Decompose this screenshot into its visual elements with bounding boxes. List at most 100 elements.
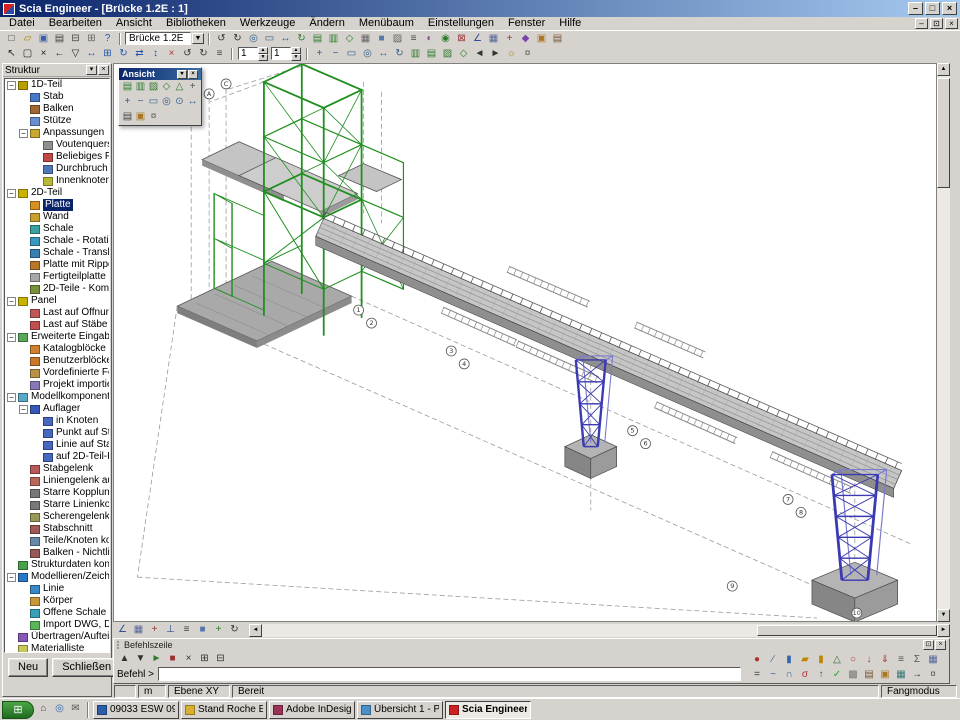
beam-icon[interactable]: ∕ [765, 653, 781, 667]
tree-item[interactable]: Linie [5, 583, 109, 595]
tree-item[interactable]: Balken [5, 103, 109, 115]
palette-menu-button[interactable]: ▾ [177, 70, 187, 79]
horizontal-scroll-thumb[interactable] [757, 625, 937, 636]
properties-icon[interactable]: ≡ [212, 47, 227, 61]
tree-item[interactable]: Durchbruch [5, 163, 109, 175]
zoom-out-icon[interactable]: − [134, 96, 147, 109]
menu-item[interactable]: Ansicht [109, 17, 159, 30]
hidden-lines-icon[interactable]: ▨ [390, 32, 405, 46]
tree-item[interactable]: Starre Kopplungen [5, 487, 109, 499]
selection-filter-icon[interactable]: ▽ [68, 47, 83, 61]
model-viewport[interactable]: ABC12345678910 Ansicht ▾× ▤▥▨◇△+ +−▭◎⊙↔ … [113, 63, 937, 622]
spinner-up-icon[interactable]: ▲ [291, 47, 301, 54]
taskbar-task-button[interactable]: 09033 ESW 09 [93, 701, 179, 719]
view-axonometric-icon[interactable]: ◇ [342, 32, 357, 46]
undo-icon[interactable]: ↺ [180, 47, 195, 61]
tree-item[interactable]: Körper [5, 595, 109, 607]
copy-picture-icon[interactable]: ▣ [134, 111, 147, 124]
axonometric-view-icon[interactable]: ◇ [160, 81, 173, 94]
chevron-down-icon[interactable]: ▼ [192, 33, 204, 44]
tree-item[interactable]: Katalogblöcke [5, 343, 109, 355]
view-settings-icon[interactable]: ¤ [520, 47, 535, 61]
tree-item[interactable]: Fertigteilplatte [5, 271, 109, 283]
taskbar-task-button[interactable]: Adobe InDesign C... [269, 701, 355, 719]
view-front-icon[interactable]: ▥ [326, 32, 341, 46]
picture-icon[interactable]: ▣ [877, 668, 893, 682]
tree-item[interactable]: Wand [5, 211, 109, 223]
ansicht-palette-titlebar[interactable]: Ansicht ▾× [119, 68, 201, 80]
scroll-left-icon[interactable]: ◄ [249, 624, 262, 637]
snap-mode-icon[interactable]: + [147, 623, 162, 637]
axonometric-icon[interactable]: ◇ [456, 47, 471, 61]
zoom-out-icon[interactable]: − [328, 47, 343, 61]
view-side-icon[interactable]: ▨ [440, 47, 455, 61]
spinner-down-icon[interactable]: ▼ [291, 54, 301, 61]
neu-button[interactable]: Neu [8, 658, 48, 677]
taskbar-task-button[interactable]: Scia Engineer - [... [445, 701, 531, 719]
moment-diagram-icon[interactable]: ∩ [781, 668, 797, 682]
calculate-icon[interactable]: = [749, 668, 765, 682]
status-plane[interactable]: Ebene XY [168, 685, 230, 698]
menu-item[interactable]: Ändern [302, 17, 351, 30]
deformation-icon[interactable]: ~ [765, 668, 781, 682]
spinner-down-icon[interactable]: ▼ [258, 54, 268, 61]
deselect-icon[interactable]: × [36, 47, 51, 61]
view-side-icon[interactable]: ▨ [147, 81, 160, 94]
render-mode-icon[interactable]: ■ [195, 623, 210, 637]
zoom-all-icon[interactable]: ◎ [160, 96, 173, 109]
vertical-scroll-thumb[interactable] [937, 78, 950, 188]
panel-close-button[interactable]: × [98, 65, 109, 75]
menu-item[interactable]: Bibliotheken [159, 17, 233, 30]
delete-icon[interactable]: × [164, 47, 179, 61]
view-top-icon[interactable]: ▤ [121, 81, 134, 94]
tree-item[interactable]: Starre Linienkopplur [5, 499, 109, 511]
close-button[interactable]: × [942, 2, 957, 15]
pan-icon[interactable]: ↔ [186, 96, 199, 109]
tree-expander-icon[interactable] [7, 393, 16, 402]
steel-check-icon[interactable]: ✓ [829, 668, 845, 682]
support-icon[interactable]: △ [829, 653, 845, 667]
previous-command-icon[interactable]: ▲ [117, 652, 132, 666]
reactions-icon[interactable]: ↑ [813, 668, 829, 682]
copy-text-icon[interactable]: ⊞ [197, 652, 212, 666]
mail-icon[interactable]: ✉ [68, 702, 83, 717]
undo-icon[interactable]: ↺ [214, 32, 229, 46]
tree-item[interactable]: Schale - Rotationsfl [5, 235, 109, 247]
model-drawing[interactable]: ABC12345678910 [114, 64, 936, 621]
menu-item[interactable]: Einstellungen [421, 17, 501, 30]
picture-gallery-icon[interactable]: ▣ [534, 32, 549, 46]
layers-icon[interactable]: ≡ [406, 32, 421, 46]
maximize-button[interactable]: □ [925, 2, 940, 15]
concrete-icon[interactable]: ▩ [845, 668, 861, 682]
mdi-close-button[interactable]: × [945, 18, 958, 29]
tree-item[interactable]: Übertragen/Aufteilen/V [5, 631, 109, 643]
tree-item[interactable]: Scherengelenk [5, 511, 109, 523]
status-snap-mode[interactable]: Fangmodus [881, 685, 957, 698]
grid-icon[interactable]: ▦ [131, 623, 146, 637]
tree-item[interactable]: 2D-Teil [5, 187, 109, 199]
hinge-icon[interactable]: ○ [845, 653, 861, 667]
menu-item[interactable]: Datei [2, 17, 42, 30]
tree-item[interactable]: auf 2D-Teil-Kante [5, 451, 109, 463]
next-command-icon[interactable]: ▼ [133, 652, 148, 666]
print-preview-icon[interactable]: ⊟ [68, 32, 83, 46]
schliessen-button[interactable]: Schließen [52, 658, 121, 677]
vertical-scrollbar[interactable]: ▲ ▼ [937, 63, 950, 622]
tree-item[interactable]: Liniengelenk auf 2D [5, 475, 109, 487]
new-document-icon[interactable]: □ [4, 32, 19, 46]
tree-item[interactable]: Linie auf Stab [5, 439, 109, 451]
title-bar[interactable]: Scia Engineer - [Brücke 1.2E : 1] –□× [0, 0, 960, 17]
options-icon[interactable]: ¤ [925, 668, 941, 682]
redo-icon[interactable]: ↻ [196, 47, 211, 61]
mirror-icon[interactable]: ⇄ [132, 47, 147, 61]
shaded-icon[interactable]: ■ [374, 32, 389, 46]
tree-item[interactable]: Punkt auf Stab [5, 427, 109, 439]
tree-item[interactable]: 1D-Teil [5, 79, 109, 91]
view-top-icon[interactable]: ▤ [310, 32, 325, 46]
befehlszeile-header[interactable]: Befehlszeile ⊡× [114, 639, 949, 651]
mdi-restore-button[interactable]: ⊡ [930, 18, 943, 29]
horizontal-scrollbar[interactable]: ◄ ► [249, 624, 950, 637]
tree-item[interactable]: Stab [5, 91, 109, 103]
calculator-icon[interactable]: ⊞ [84, 32, 99, 46]
struktur-panel-header[interactable]: Struktur ▾× [3, 64, 111, 77]
